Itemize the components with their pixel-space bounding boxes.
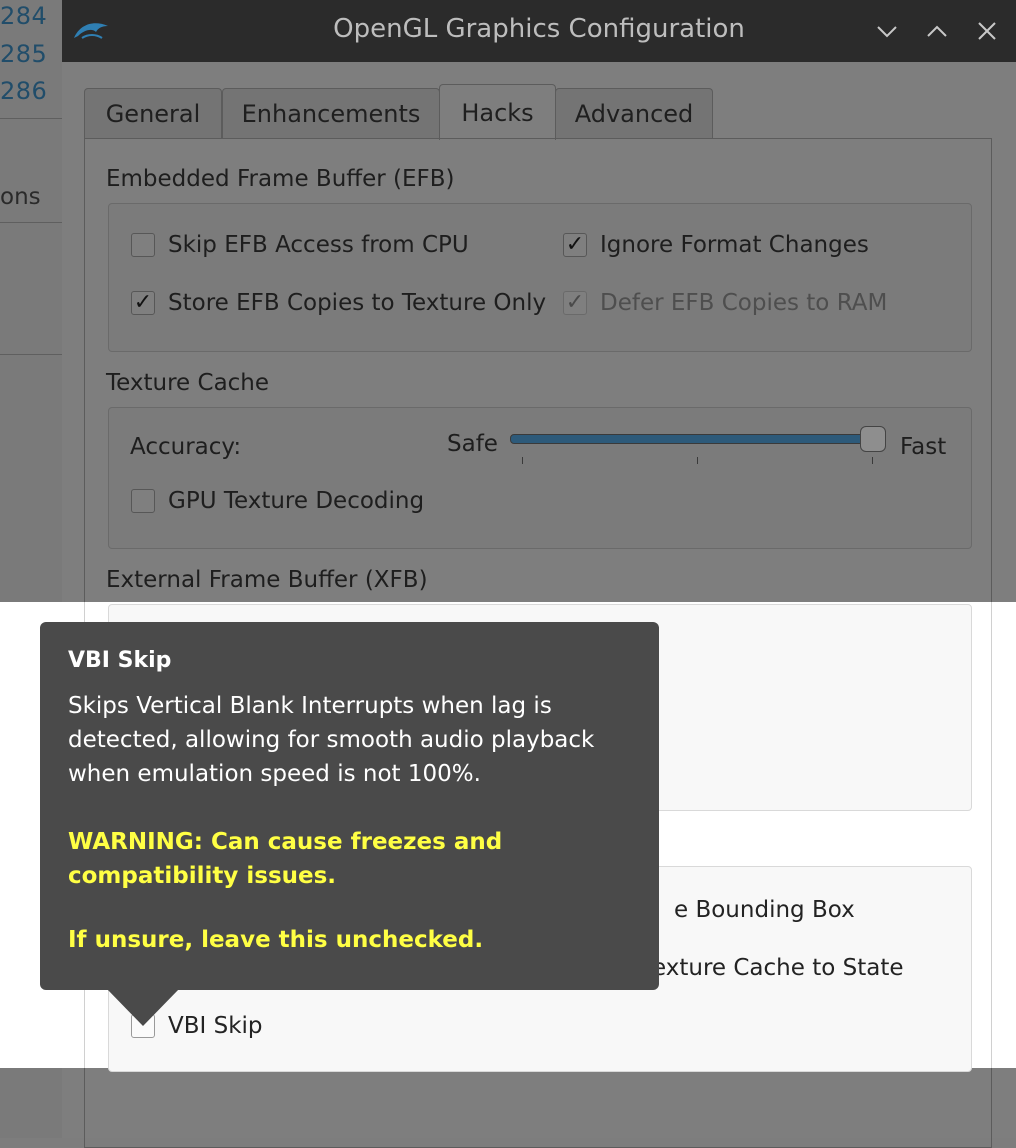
efb-group-title: Embedded Frame Buffer (EFB): [106, 166, 455, 192]
line-number: 285: [0, 40, 48, 68]
line-number: 284: [0, 2, 48, 30]
texture-cache-group-title: Texture Cache: [106, 370, 270, 396]
bounding-box-label: e Bounding Box: [674, 897, 855, 923]
efb-groupbox: [108, 203, 972, 352]
accuracy-label: Accuracy:: [130, 434, 242, 460]
vbi-skip-tooltip: VBI Skip Skips Vertical Blank Interrupts…: [40, 622, 659, 1026]
slider-tick: [522, 457, 523, 464]
accuracy-slider-track[interactable]: [510, 434, 878, 444]
checkbox-label: VBI Skip: [168, 1013, 263, 1039]
slider-tick: [697, 457, 698, 464]
tooltip-title: VBI Skip: [68, 648, 172, 673]
divider: [0, 222, 62, 223]
safe-label: Safe: [447, 431, 498, 457]
texture-cache-groupbox: [108, 407, 972, 549]
check-icon: ✓: [563, 291, 587, 315]
xfb-group-title: External Frame Buffer (XFB): [106, 567, 428, 593]
close-icon[interactable]: [972, 16, 1002, 46]
checkbox-label: Store EFB Copies to Texture Only: [168, 290, 547, 316]
checkbox-label: Defer EFB Copies to RAM: [600, 290, 888, 316]
tab-enhancements[interactable]: Enhancements: [222, 88, 440, 138]
gpu-texture-decoding-checkbox[interactable]: GPU Texture Decoding: [131, 488, 424, 514]
divider: [0, 354, 62, 355]
tab-hacks[interactable]: Hacks: [439, 84, 556, 140]
partial-label: ons: [0, 184, 41, 210]
title-bar[interactable]: OpenGL Graphics Configuration: [62, 0, 1016, 62]
tooltip-pointer: [106, 988, 180, 1026]
tooltip-warning: WARNING: Can cause freezes and compatibi…: [68, 829, 503, 889]
tab-advanced[interactable]: Advanced: [555, 88, 713, 138]
defer-efb-copies-checkbox: ✓ Defer EFB Copies to RAM: [563, 290, 887, 316]
check-icon[interactable]: ✓: [563, 233, 587, 257]
tooltip-advice: If unsure, leave this unchecked.: [68, 927, 484, 953]
ignore-format-changes-checkbox[interactable]: ✓ Ignore Format Changes: [563, 232, 869, 258]
accuracy-slider-handle[interactable]: [860, 426, 886, 452]
checkbox-label: GPU Texture Decoding: [168, 488, 425, 514]
fast-label: Fast: [900, 434, 947, 460]
skip-efb-access-checkbox[interactable]: Skip EFB Access from CPU: [131, 232, 469, 258]
checkbox-label: Skip EFB Access from CPU: [168, 232, 469, 258]
tab-general[interactable]: General: [84, 88, 222, 138]
line-number: 286: [0, 77, 48, 105]
texture-cache-state-label: exture Cache to State: [652, 955, 904, 981]
divider: [0, 118, 62, 119]
maximize-icon[interactable]: [922, 16, 952, 46]
checkbox-box[interactable]: [131, 233, 155, 257]
tooltip-body: Skips Vertical Blank Interrupts when lag…: [68, 693, 595, 787]
checkbox-label: Ignore Format Changes: [600, 232, 869, 258]
minimize-icon[interactable]: [872, 16, 902, 46]
panel-border: [991, 602, 992, 1068]
check-icon[interactable]: ✓: [131, 291, 155, 315]
slider-tick: [872, 457, 873, 464]
store-efb-copies-checkbox[interactable]: ✓ Store EFB Copies to Texture Only: [131, 290, 546, 316]
checkbox-box[interactable]: [131, 489, 155, 513]
